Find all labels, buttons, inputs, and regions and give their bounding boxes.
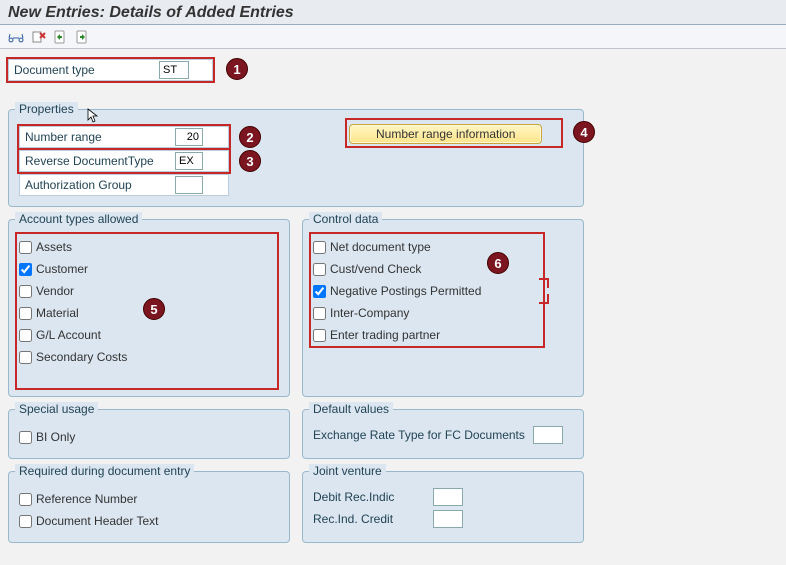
cursor-icon — [87, 108, 99, 124]
highlight-1 — [6, 57, 215, 83]
control-data-panel: Control data Net document type Cust/vend… — [302, 219, 584, 397]
bi-only-label: BI Only — [36, 430, 75, 444]
ref-number-checkbox[interactable] — [19, 493, 32, 506]
properties-title: Properties — [15, 102, 78, 116]
marker-1: 1 — [226, 58, 248, 80]
highlight-4 — [345, 118, 563, 148]
joint-venture-title: Joint venture — [309, 464, 386, 478]
page-title: New Entries: Details of Added Entries — [0, 0, 786, 25]
toolbar — [0, 25, 786, 49]
corner-tr — [539, 278, 549, 288]
account-types-title: Account types allowed — [15, 212, 142, 226]
doc-header-checkbox[interactable] — [19, 515, 32, 528]
ex-rate-label: Exchange Rate Type for FC Documents — [313, 428, 533, 442]
marker-4: 4 — [573, 121, 595, 143]
auth-group-label: Authorization Group — [25, 178, 175, 192]
delete-icon[interactable] — [30, 29, 46, 45]
special-usage-title: Special usage — [15, 402, 98, 416]
special-usage-panel: Special usage BI Only — [8, 409, 290, 459]
highlight-6 — [309, 232, 545, 348]
account-types-panel: Account types allowed Assets Customer Ve… — [8, 219, 290, 397]
doc-header-label: Document Header Text — [36, 514, 159, 528]
rec-ind-credit-label: Rec.Ind. Credit — [313, 512, 433, 526]
marker-2: 2 — [239, 126, 261, 148]
debit-rec-label: Debit Rec.Indic — [313, 490, 433, 504]
default-values-panel: Default values Exchange Rate Type for FC… — [302, 409, 584, 459]
properties-panel: Properties Number range 2 Number range i… — [8, 109, 584, 207]
auth-group-input[interactable] — [175, 176, 203, 194]
highlight-3 — [17, 148, 231, 174]
marker-3: 3 — [239, 150, 261, 172]
ex-rate-input[interactable] — [533, 426, 563, 444]
debit-rec-input[interactable] — [433, 488, 463, 506]
control-data-title: Control data — [309, 212, 382, 226]
ref-number-label: Reference Number — [36, 492, 137, 506]
highlight-2 — [17, 124, 231, 150]
joint-venture-panel: Joint venture Debit Rec.Indic Rec.Ind. C… — [302, 471, 584, 543]
marker-6: 6 — [487, 252, 509, 274]
marker-5: 5 — [143, 298, 165, 320]
required-entry-title: Required during document entry — [15, 464, 194, 478]
glasses-icon[interactable] — [8, 29, 24, 45]
next-page-icon[interactable] — [74, 29, 90, 45]
required-entry-panel: Required during document entry Reference… — [8, 471, 290, 543]
default-values-title: Default values — [309, 402, 393, 416]
bi-only-checkbox[interactable] — [19, 431, 32, 444]
corner-br — [539, 294, 549, 304]
rec-ind-credit-input[interactable] — [433, 510, 463, 528]
prev-page-icon[interactable] — [52, 29, 68, 45]
